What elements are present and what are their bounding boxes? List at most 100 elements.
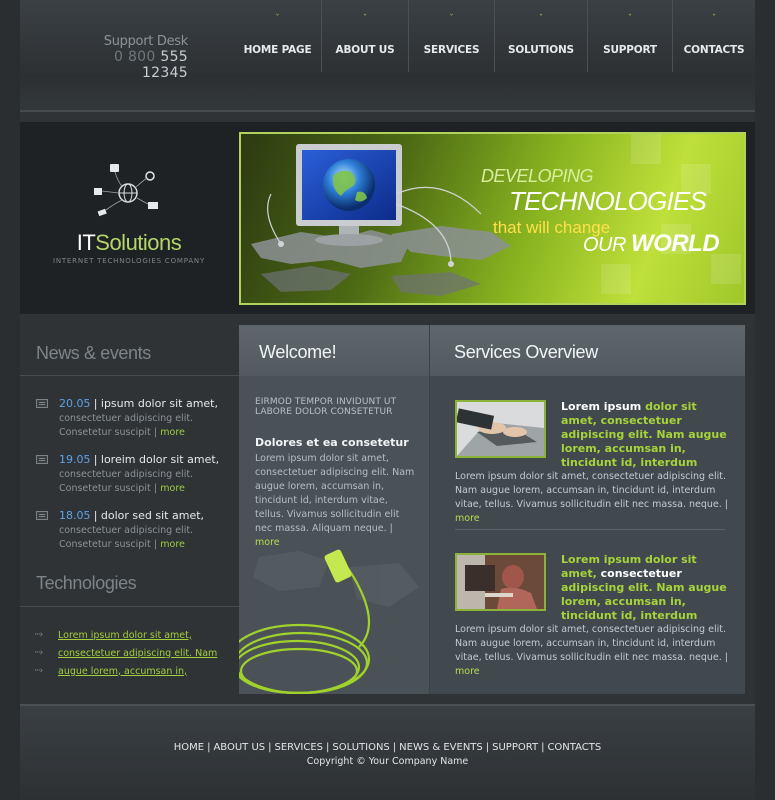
news-text: Consetetur suscipit bbox=[59, 483, 151, 494]
news-text: consectetuer adipiscing elit. bbox=[59, 413, 194, 424]
news-item: 20.05 | ipsum dolor sit amet, consectetu… bbox=[36, 397, 236, 440]
technologies-title: Technologies bbox=[36, 573, 137, 593]
logo-it: IT bbox=[76, 230, 96, 255]
service-text: Lorem ipsum dolor sit amet, consectetuer… bbox=[455, 624, 728, 677]
technology-link[interactable]: Lorem ipsum dolor sit amet, bbox=[58, 630, 192, 641]
welcome-caps: Eirmod tempor invidunt ut labore dolor c… bbox=[255, 397, 397, 417]
service-heading-white: consectetuer bbox=[600, 567, 682, 580]
nav-item-services[interactable]: ˇ SERVICES bbox=[408, 0, 494, 72]
welcome-text: Lorem ipsum dolor sit amet, consectetuer… bbox=[255, 453, 415, 548]
news-date: 19.05 bbox=[59, 453, 91, 466]
support-label: Support Desk bbox=[103, 34, 189, 49]
site-footer: HOME | ABOUT US | SERVICES | SOLUTIONS | NEWS & … bbox=[20, 704, 755, 800]
logo[interactable]: ITSolutions INTERNET TECHNOLOGIES COMPAN… bbox=[20, 122, 238, 314]
copyright: Copyright © Your Company Name bbox=[306, 756, 469, 767]
news-date: 20.05 bbox=[59, 397, 91, 410]
nav-item-contacts[interactable]: ˇ CONTACTS bbox=[672, 0, 755, 72]
news-text: Consetetur suscipit bbox=[59, 539, 151, 550]
banner: ITSolutions INTERNET TECHNOLOGIES COMPAN… bbox=[20, 122, 755, 314]
nav-label: ABOUT US bbox=[335, 44, 395, 56]
news-title: News & events bbox=[36, 343, 151, 363]
hero-image: DEVELOPING TECHNOLOGIES that will change… bbox=[239, 132, 746, 305]
support-desk: Support Desk 0 800 555 12345 bbox=[68, 34, 189, 81]
logo-solutions: Solutions bbox=[95, 230, 182, 255]
phone-prefix: 0 800 bbox=[114, 49, 156, 65]
footer-link-support[interactable]: SUPPORT bbox=[492, 742, 538, 753]
main-nav: ˇ HOME PAGE ˇ ABOUT US ˇ SERVICES ˇ SOLU… bbox=[234, 0, 755, 72]
welcome-subtitle: Dolores et ea consetetur bbox=[255, 436, 409, 449]
nav-item-about[interactable]: ˇ ABOUT US bbox=[321, 0, 408, 72]
footer-nav: HOME | ABOUT US | SERVICES | SOLUTIONS | NEWS & … bbox=[173, 742, 602, 753]
woman-laptop-image bbox=[457, 555, 544, 609]
hero-world: WORLD bbox=[631, 230, 720, 257]
service-more-link[interactable]: more bbox=[455, 513, 480, 524]
news-headline: ipsum dolor sit amet, bbox=[100, 397, 218, 410]
service-heading: Lorem ipsum dolor sit amet, consectetuer… bbox=[561, 400, 733, 470]
footer-link-solutions[interactable]: SOLUTIONS bbox=[332, 742, 389, 753]
news-icon bbox=[36, 399, 48, 408]
arrow-icon: ···› bbox=[34, 666, 43, 676]
arrow-icon: ···› bbox=[34, 630, 43, 640]
network-icons-icon bbox=[94, 164, 158, 217]
footer-link-contacts[interactable]: CONTACTS bbox=[547, 742, 601, 753]
footer-link-about[interactable]: ABOUT US bbox=[213, 742, 265, 753]
nav-item-solutions[interactable]: ˇ SOLUTIONS bbox=[494, 0, 587, 72]
news-item: 18.05 | dolor sed sit amet, consectetuer… bbox=[36, 509, 236, 552]
hero-line-2: TECHNOLOGIES bbox=[509, 186, 707, 216]
network-cable-illustration bbox=[239, 549, 419, 694]
news-text: consectetuer adipiscing elit. bbox=[59, 469, 194, 480]
nav-label: SERVICES bbox=[423, 44, 480, 56]
news-icon bbox=[36, 511, 48, 520]
service-thumbnail[interactable] bbox=[455, 400, 546, 458]
nav-label: CONTACTS bbox=[683, 44, 745, 56]
news-headline: loreim dolor sit amet, bbox=[100, 453, 220, 466]
technologies-list: ···› Lorem ipsum dolor sit amet, ···› cons… bbox=[34, 626, 217, 680]
news-date: 18.05 bbox=[59, 509, 91, 522]
footer-link-services[interactable]: SERVICES bbox=[275, 742, 324, 753]
hero-line-1: DEVELOPING bbox=[481, 166, 594, 186]
footer-link-home[interactable]: HOME bbox=[174, 742, 204, 753]
welcome-panel: Welcome! Eirmod tempor invidunt ut labor… bbox=[239, 325, 429, 694]
news-icon bbox=[36, 455, 48, 464]
news-more-link[interactable]: more bbox=[160, 539, 185, 550]
nav-marker-icon: ˇ bbox=[627, 14, 633, 24]
services-divider bbox=[455, 529, 725, 530]
welcome-paragraph: Lorem ipsum dolor sit amet, consectetuer… bbox=[255, 453, 415, 534]
technology-link[interactable]: augue lorem, accumsan in, bbox=[58, 666, 187, 677]
service-paragraph: Lorem ipsum dolor sit amet, consectetuer… bbox=[455, 624, 726, 663]
nav-item-support[interactable]: ˇ SUPPORT bbox=[587, 0, 672, 72]
logo-wordmark: ITSolutions bbox=[20, 230, 238, 256]
list-item: ···› consectetuer adipiscing elit. Nam bbox=[34, 644, 217, 662]
nav-marker-icon: ˇ bbox=[711, 14, 717, 24]
service-more-link[interactable]: more bbox=[455, 666, 480, 677]
nav-marker-icon: ˇ bbox=[362, 14, 368, 24]
service-thumbnail[interactable] bbox=[455, 553, 546, 611]
logo-subtitle: INTERNET TECHNOLOGIES COMPANY bbox=[52, 257, 206, 265]
news-text: consectetuer adipiscing elit. bbox=[59, 525, 194, 536]
nav-marker-icon: ˇ bbox=[449, 14, 454, 24]
news-more-link[interactable]: more bbox=[160, 427, 185, 438]
news-more-link[interactable]: more bbox=[160, 483, 185, 494]
news-headline: dolor sed sit amet, bbox=[100, 509, 205, 522]
news-item: 19.05 | loreim dolor sit amet, consectet… bbox=[36, 453, 236, 496]
service-text: Lorem ipsum dolor sit amet, consectetuer… bbox=[455, 471, 728, 524]
nav-label: SUPPORT bbox=[603, 44, 657, 56]
hero-our: OUR bbox=[583, 234, 626, 256]
nav-item-home[interactable]: ˇ HOME PAGE bbox=[234, 0, 321, 72]
welcome-title: Welcome! bbox=[239, 325, 429, 376]
laptop-typing-image bbox=[455, 402, 544, 456]
support-phone: 0 800 555 12345 bbox=[68, 49, 188, 81]
technology-link[interactable]: consectetuer adipiscing elit. Nam bbox=[58, 648, 217, 659]
list-item: ···› Lorem ipsum dolor sit amet, bbox=[34, 626, 217, 644]
service-paragraph: Lorem ipsum dolor sit amet, consectetuer… bbox=[455, 471, 726, 510]
service-heading-white: Lorem ipsum bbox=[561, 400, 642, 413]
nav-marker-icon: ˇ bbox=[275, 14, 280, 24]
nav-label: SOLUTIONS bbox=[508, 44, 574, 56]
services-title: Services Overview bbox=[430, 325, 745, 376]
service-heading-green: adipiscing elit. Nam augue lorem, accums… bbox=[561, 581, 727, 622]
news-text: Consetetur suscipit bbox=[59, 427, 151, 438]
footer-link-news[interactable]: NEWS & EVENTS bbox=[399, 742, 483, 753]
service-heading: Lorem ipsum dolor sit amet, consectetuer… bbox=[561, 553, 733, 623]
nav-marker-icon: ˇ bbox=[538, 14, 544, 24]
arrow-icon: ···› bbox=[34, 648, 43, 658]
